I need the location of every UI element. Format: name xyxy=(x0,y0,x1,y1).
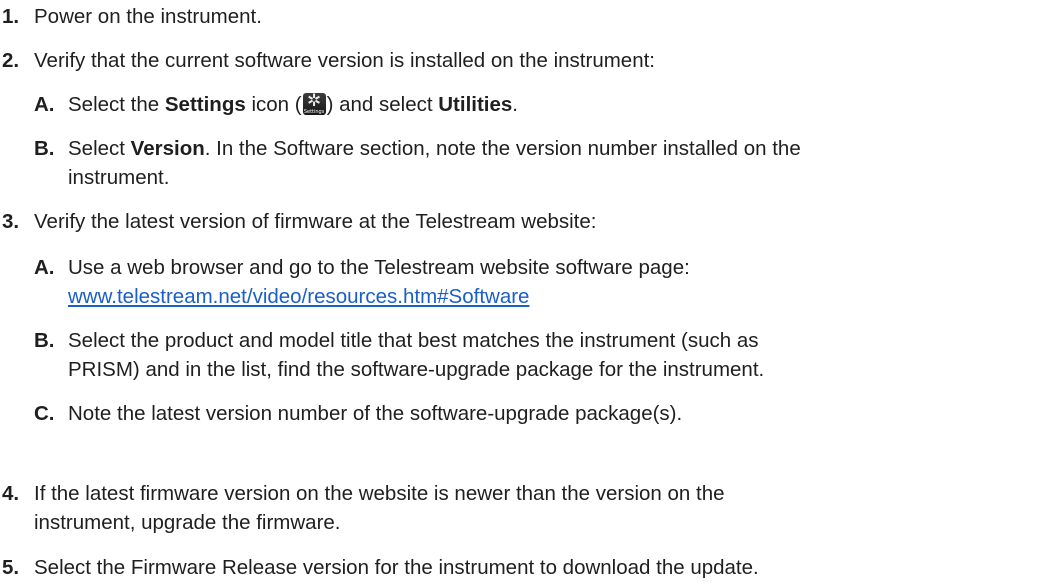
step-number: 2. xyxy=(2,49,20,72)
step-text: Power on the instrument. xyxy=(34,5,262,28)
step-text: Verify the latest version of firmware at… xyxy=(34,210,597,233)
telestream-software-link[interactable]: www.telestream.net/video/resources.htm#S… xyxy=(68,285,529,308)
substep-letter: A. xyxy=(34,93,55,116)
substep-link-line: www.telestream.net/video/resources.htm#S… xyxy=(68,282,1048,311)
step-number: 1. xyxy=(2,5,20,28)
substep-text-line2: instrument. xyxy=(68,166,170,189)
substep-text: Select the Settings icon (✲ Settings) and… xyxy=(68,91,518,116)
settings-label: Settings xyxy=(164,93,246,116)
substep-letter: A. xyxy=(34,256,55,279)
version-label: Version xyxy=(130,137,205,160)
step-number: 3. xyxy=(2,210,20,233)
step-text: If the latest firmware version on the we… xyxy=(34,482,725,505)
substep-text: Use a web browser and go to the Telestre… xyxy=(68,256,690,279)
step-text: Select the Firmware Release version for … xyxy=(34,556,759,579)
step-text: Verify that the current software version… xyxy=(34,49,655,72)
substep-letter: C. xyxy=(34,402,55,425)
substep-text: Note the latest version number of the so… xyxy=(68,402,683,425)
substep-letter: B. xyxy=(34,329,55,352)
step-number: 5. xyxy=(2,556,20,579)
substep-letter: B. xyxy=(34,137,55,160)
substep-text: Select Version. In the Software section,… xyxy=(68,137,801,160)
settings-gear-icon: ✲ Settings xyxy=(302,91,326,115)
step-text-line2: instrument, upgrade the firmware. xyxy=(34,511,341,534)
utilities-label: Utilities xyxy=(438,93,513,116)
substep-text: Select the product and model title that … xyxy=(68,329,759,352)
step-number: 4. xyxy=(2,482,20,505)
substep-text-line2: PRISM) and in the list, find the softwar… xyxy=(68,358,765,381)
